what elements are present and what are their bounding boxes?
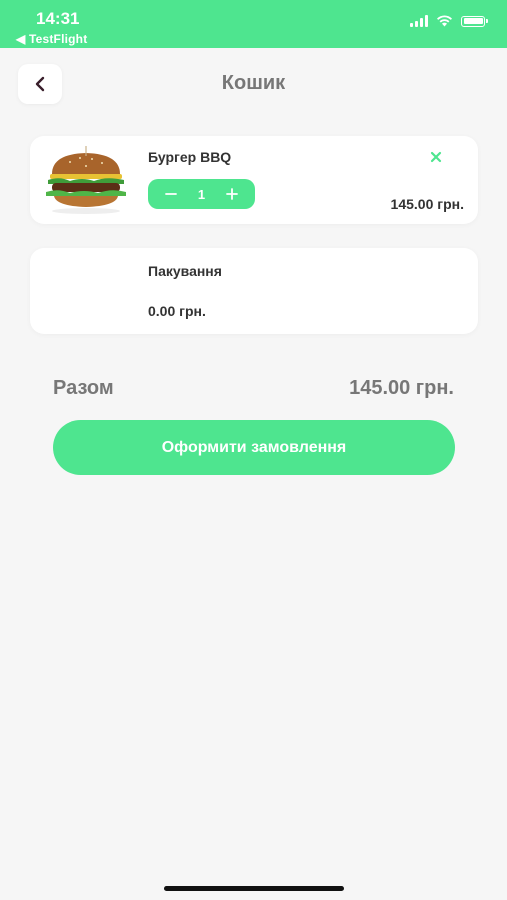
total-label: Разом [53, 377, 114, 399]
minus-icon [165, 193, 177, 195]
remove-item-button[interactable] [429, 150, 443, 164]
page-title: Кошик [221, 72, 286, 94]
packaging-name: Пакування [148, 263, 222, 279]
testflight-back-link[interactable]: ◀ TestFlight [16, 32, 87, 46]
plus-icon [226, 188, 238, 200]
decrease-quantity-button[interactable] [162, 185, 180, 203]
home-indicator [164, 886, 344, 891]
item-price: 145.00 грн. [390, 196, 464, 212]
battery-icon [461, 15, 488, 27]
packaging-price: 0.00 грн. [148, 303, 206, 319]
quantity-value: 1 [197, 186, 206, 202]
increase-quantity-button[interactable] [223, 185, 241, 203]
item-name: Бургер BBQ [148, 149, 232, 165]
status-bar: 14:31 ◀ TestFlight [0, 0, 507, 48]
status-time: 14:31 [36, 9, 80, 28]
cart-item-card: Бургер BBQ 1 145.00 грн. [30, 136, 478, 224]
wifi-icon [437, 15, 452, 27]
packaging-card: Пакування 0.00 грн. [30, 248, 478, 334]
total-value: 145.00 грн. [349, 377, 454, 399]
quantity-stepper: 1 [148, 179, 255, 209]
burger-image [46, 146, 126, 214]
status-icons [410, 15, 488, 27]
checkout-button[interactable]: Оформити замовлення [53, 420, 455, 475]
signal-icon [410, 15, 428, 27]
close-icon [430, 151, 442, 163]
